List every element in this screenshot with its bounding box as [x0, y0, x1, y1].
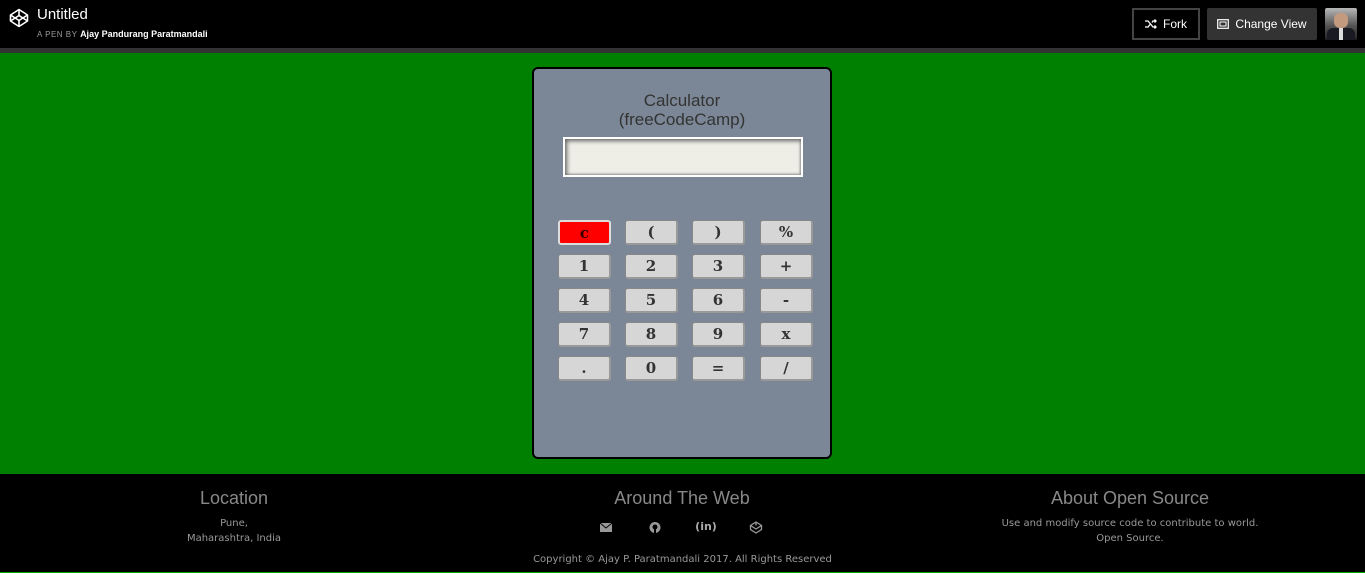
change-view-icon: [1217, 19, 1230, 29]
pen-byline: A PEN BY Ajay Pandurang Paratmandali: [37, 29, 208, 39]
key-2[interactable]: 2: [625, 254, 678, 279]
fork-icon: [1145, 19, 1157, 29]
calculator: Calculator (freeCodeCamp) c ( ) % 1 2 3 …: [532, 67, 832, 459]
location-line2: Maharashtra, India: [186, 533, 282, 544]
key-1[interactable]: 1: [558, 254, 611, 279]
location-line1: Pune,: [220, 518, 248, 529]
codepen-icon[interactable]: [745, 521, 767, 534]
fork-button[interactable]: Fork: [1132, 8, 1200, 40]
key-multiply[interactable]: x: [760, 322, 813, 347]
key-9[interactable]: 9: [692, 322, 745, 347]
key-6[interactable]: 6: [692, 288, 745, 313]
key-open-paren[interactable]: (: [625, 220, 678, 245]
key-divide[interactable]: /: [760, 356, 813, 381]
codepen-logo-icon[interactable]: [9, 8, 29, 28]
user-avatar[interactable]: [1325, 8, 1357, 40]
around-web-heading: Around The Web: [614, 488, 750, 508]
location-heading: Location: [199, 488, 269, 508]
key-7[interactable]: 7: [558, 322, 611, 347]
key-plus[interactable]: +: [760, 254, 813, 279]
key-4[interactable]: 4: [558, 288, 611, 313]
key-minus[interactable]: -: [760, 288, 813, 313]
about-heading: About Open Source: [1050, 488, 1210, 508]
result-panel: Calculator (freeCodeCamp) c ( ) % 1 2 3 …: [0, 53, 1365, 474]
pen-title[interactable]: Untitled: [37, 6, 88, 23]
key-equals[interactable]: =: [692, 356, 745, 381]
change-view-button[interactable]: Change View: [1207, 8, 1317, 40]
location-text: Pune, Maharashtra, India: [134, 516, 334, 546]
key-8[interactable]: 8: [625, 322, 678, 347]
avatar-face: [1334, 13, 1348, 28]
site-footer: Location Pune, Maharashtra, India Around…: [0, 474, 1365, 573]
linkedin-icon[interactable]: (in): [692, 520, 720, 533]
change-view-label: Change View: [1235, 17, 1307, 31]
key-clear[interactable]: c: [558, 220, 611, 245]
about-line2: Open Source.: [1096, 533, 1164, 544]
about-line1: Use and modify source code to contribute…: [1001, 518, 1259, 529]
avatar-shirt: [1339, 28, 1343, 40]
key-3[interactable]: 3: [692, 254, 745, 279]
envelope-icon[interactable]: [595, 522, 617, 534]
key-5[interactable]: 5: [625, 288, 678, 313]
key-percent[interactable]: %: [760, 220, 813, 245]
top-bar: Untitled A PEN BY Ajay Pandurang Paratma…: [0, 0, 1365, 48]
byline-prefix: A PEN BY: [37, 30, 78, 39]
key-decimal[interactable]: .: [558, 356, 611, 381]
about-text: Use and modify source code to contribute…: [965, 516, 1295, 546]
key-0[interactable]: 0: [625, 356, 678, 381]
key-close-paren[interactable]: ): [692, 220, 745, 245]
calculator-title-line2: (freeCodeCamp): [618, 110, 746, 129]
calculator-title: Calculator (freeCodeCamp): [534, 91, 830, 129]
author-link[interactable]: Ajay Pandurang Paratmandali: [80, 29, 208, 39]
fork-label: Fork: [1163, 17, 1187, 31]
calculator-title-line1: Calculator: [643, 91, 721, 110]
copyright-text: Copyright © Ajay P. Paratmandali 2017. A…: [533, 554, 832, 565]
calculator-display[interactable]: [563, 137, 803, 177]
github-icon[interactable]: [644, 521, 666, 534]
